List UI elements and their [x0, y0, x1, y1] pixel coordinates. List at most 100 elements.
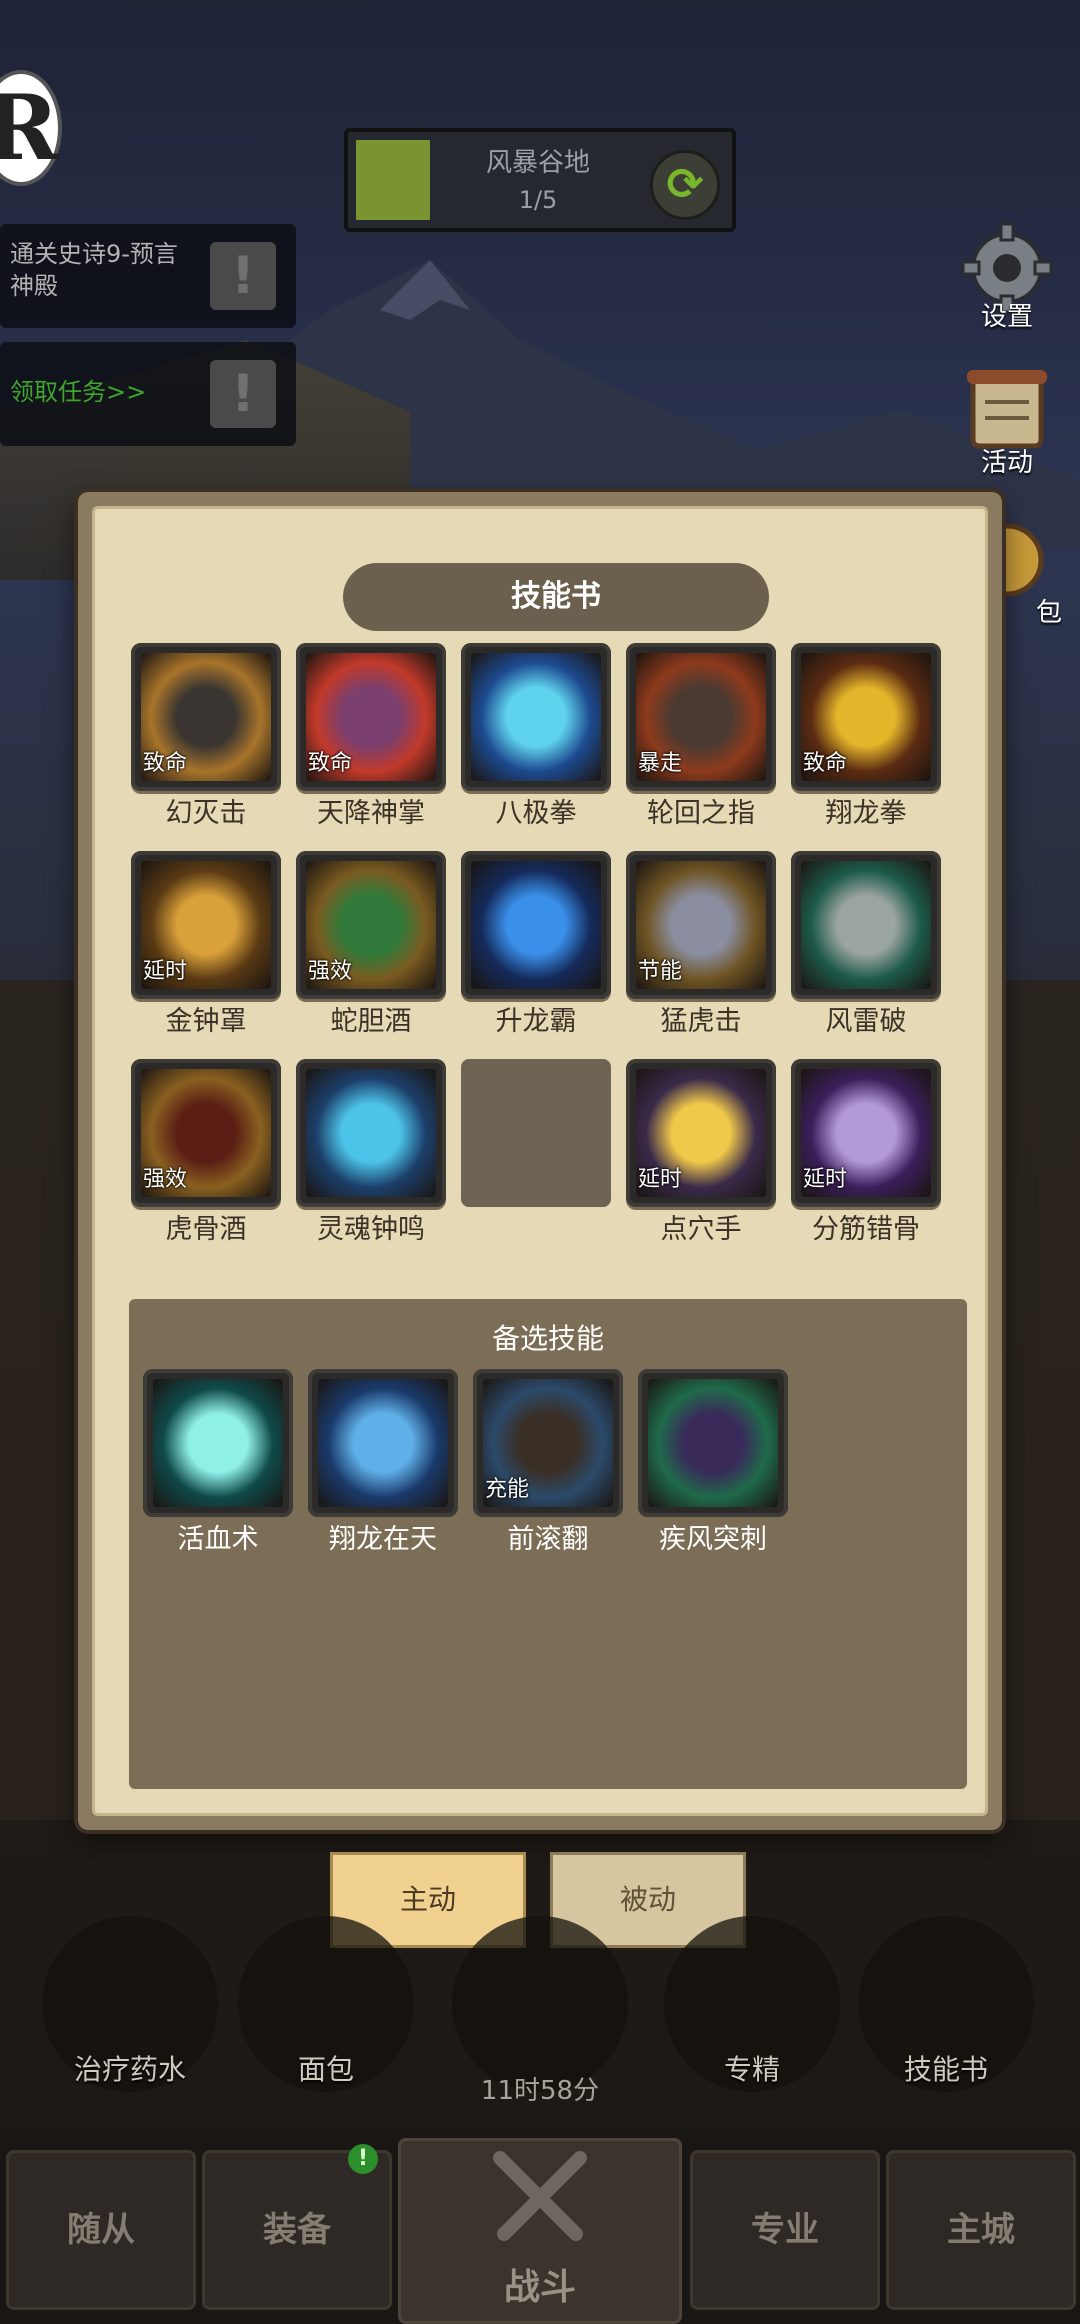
skill-slot[interactable]: 强效 蛇胆酒	[296, 851, 446, 1037]
skill-slot[interactable]: 升龙霸	[461, 851, 611, 1037]
skill-tag: 强效	[143, 1167, 188, 1192]
skill-name: 翔龙在天	[329, 1524, 437, 1555]
game-logo[interactable]: R	[0, 70, 62, 186]
skill-name: 天降神掌	[317, 798, 425, 829]
skill-name: 灵魂钟鸣	[317, 1214, 425, 1245]
crossed-swords-icon	[493, 2151, 587, 2241]
skill-slot[interactable]: 延时分筋错骨	[791, 1059, 941, 1245]
quest-item-2[interactable]: 领取任务>> !	[0, 342, 296, 446]
soul-bell-icon	[306, 1069, 436, 1197]
skill-frame: 致命	[791, 643, 941, 791]
skill-slot[interactable]: 致命翔龙拳	[791, 643, 941, 829]
skill-frame	[461, 643, 611, 791]
skill-name: 前滚翻	[507, 1524, 589, 1555]
skill-slot[interactable]: 暴走轮回之指	[626, 643, 776, 829]
skill-tag: 延时	[803, 1167, 848, 1192]
skill-frame	[791, 851, 941, 999]
skill-tag: 节能	[638, 959, 683, 984]
skill-name: 疾风突刺	[659, 1524, 767, 1555]
chest-icon	[452, 1916, 628, 2092]
mastery-label: 专精	[723, 2053, 780, 2086]
quest-text: 领取任务>>	[10, 378, 147, 406]
skill-slot[interactable]: 节能 猛虎击	[626, 851, 776, 1037]
skill-slot[interactable]: 延时点穴手	[626, 1059, 776, 1245]
bread-label: 面包	[297, 2053, 354, 2086]
skill-name: 点穴手	[660, 1214, 742, 1245]
skill-tag: 致命	[143, 751, 188, 776]
stage-progress-fill	[356, 140, 430, 220]
alert-icon: !	[210, 360, 276, 428]
nav-profession[interactable]: 专业	[690, 2150, 880, 2310]
skill-tag: 暴走	[638, 751, 683, 776]
skill-slot[interactable]: 致命天降神掌	[296, 643, 446, 829]
skill-name: 金钟罩	[165, 1006, 247, 1037]
chest-button[interactable]	[452, 1916, 628, 2092]
empty-slot-icon	[461, 1059, 611, 1207]
skill-frame: 致命	[296, 643, 446, 791]
skill-name: 轮回之指	[647, 798, 755, 829]
dialog-title: 技能书	[343, 563, 769, 631]
skill-tag: 致命	[803, 751, 848, 776]
alternate-skills-panel: 备选技能 活血术 翔龙在天 充能 前滚翻 疾风突刺	[129, 1299, 967, 1789]
skill-frame: 延时	[131, 851, 281, 999]
empty-skill-slot[interactable]	[461, 1059, 611, 1237]
equipment-alert-badge: !	[348, 2144, 378, 2174]
skill-name: 分筋错骨	[812, 1214, 920, 1245]
skill-book-button[interactable]: 技能书	[858, 1916, 1034, 2092]
nav-city[interactable]: 主城	[886, 2150, 1076, 2310]
potion-label: 治疗药水	[73, 2053, 186, 2086]
quest-item-1[interactable]: 通关史诗9-预言神殿 !	[0, 224, 296, 328]
chest-timer: 11时58分	[480, 2076, 600, 2106]
stage-indicator[interactable]: 风暴谷地 1/5 ⟳	[344, 128, 736, 232]
skill-slot[interactable]: 活血术	[143, 1369, 293, 1555]
skill-slot[interactable]: 疾风突刺	[638, 1369, 788, 1555]
skill-name: 虎骨酒	[165, 1214, 247, 1245]
skill-frame: 延时	[791, 1059, 941, 1207]
skill-slot[interactable]: 八极拳	[461, 643, 611, 829]
skill-tag: 致命	[308, 751, 353, 776]
skill-frame: 强效	[131, 1059, 281, 1207]
skill-slot[interactable]: 充能 前滚翻	[473, 1369, 623, 1555]
skill-name: 升龙霸	[495, 1006, 577, 1037]
alert-icon: !	[210, 242, 276, 310]
skill-tag: 强效	[308, 959, 353, 984]
skill-slot[interactable]: 强效虎骨酒	[131, 1059, 281, 1245]
skill-name: 八极拳	[495, 798, 577, 829]
skill-tag: 延时	[638, 1167, 683, 1192]
potion-button[interactable]: 治疗药水	[42, 1916, 218, 2092]
skill-frame	[308, 1369, 458, 1517]
thunder-fist-icon	[801, 861, 931, 989]
skill-name: 幻灭击	[165, 798, 247, 829]
settings-button[interactable]: 设置	[952, 220, 1062, 333]
skill-book-dialog: 技能书 致命 幻灭击 致命 天降神掌 八极拳 暴走 轮回之指 致命 翔龙拳 延时 金钟罩 强效 蛇胆酒升…	[78, 492, 1002, 1830]
stage-name: 风暴谷地	[485, 148, 590, 178]
skill-slot[interactable]: 延时 金钟罩	[131, 851, 281, 1037]
rising-dragon-icon	[471, 861, 601, 989]
skill-frame: 暴走	[626, 643, 776, 791]
refresh-icon[interactable]: ⟳	[650, 150, 720, 220]
skill-slot[interactable]: 致命幻灭击	[131, 643, 281, 829]
skill-book-label: 技能书	[903, 2053, 988, 2086]
nav-battle-label: 战斗	[503, 2267, 576, 2308]
skill-frame: 延时	[626, 1059, 776, 1207]
skill-name: 翔龙拳	[825, 798, 907, 829]
nav-equipment[interactable]: 装备	[202, 2150, 392, 2310]
skill-frame: 强效	[296, 851, 446, 999]
quest-text: 通关史诗9-预言神殿	[10, 240, 178, 300]
bread-button[interactable]: 面包	[238, 1916, 414, 2092]
nav-battle[interactable]: 战斗	[398, 2138, 682, 2324]
dragon-head-icon	[318, 1379, 448, 1507]
lightning-fist-icon	[471, 653, 601, 781]
skill-slot[interactable]: 风雷破	[791, 851, 941, 1037]
dash-icon	[648, 1379, 778, 1507]
skill-frame	[143, 1369, 293, 1517]
mastery-button[interactable]: 专精	[664, 1916, 840, 2092]
alternate-skills-title: 备选技能	[491, 1322, 604, 1355]
skill-name: 风雷破	[825, 1006, 907, 1037]
nav-followers[interactable]: 随从	[6, 2150, 196, 2310]
skill-slot[interactable]: 翔龙在天	[308, 1369, 458, 1555]
dialog-body: 技能书 致命 幻灭击 致命 天降神掌 八极拳 暴走 轮回之指 致命 翔龙拳 延时 金钟罩 强效 蛇胆酒升…	[92, 506, 988, 1816]
skill-frame: 充能	[473, 1369, 623, 1517]
skill-slot[interactable]: 灵魂钟鸣	[296, 1059, 446, 1245]
activity-button[interactable]: 活动	[952, 362, 1062, 479]
